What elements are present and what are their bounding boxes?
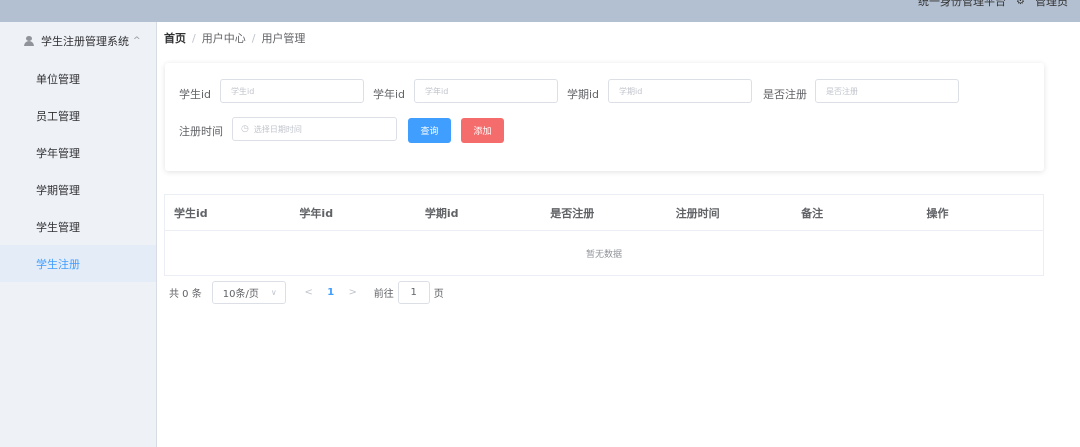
sidebar-item-term[interactable]: 学期管理: [0, 171, 156, 208]
student-id-label: 学生id: [179, 88, 212, 101]
goto-page-input[interactable]: 1: [397, 280, 430, 304]
user-icon: [24, 36, 34, 46]
platform-name: 统一身份管理平台: [918, 0, 1007, 8]
page-number[interactable]: 1: [322, 287, 340, 298]
year-id-input[interactable]: 学年id: [414, 79, 558, 103]
sidebar-item-staff[interactable]: 员工管理: [0, 97, 156, 134]
reg-time-picker[interactable]: ◷ 选择日期时间: [232, 117, 397, 141]
page-size-value: 10条/页: [222, 288, 259, 300]
reg-time-label: 注册时间: [179, 125, 223, 138]
goto-suffix: 页: [433, 288, 444, 300]
sidebar-item-student[interactable]: 学生管理: [0, 208, 156, 245]
sidebar-item-registration[interactable]: 学生注册: [0, 245, 156, 282]
sidebar-submenu-title[interactable]: 学生注册管理系统 ^: [0, 22, 156, 60]
registered-input[interactable]: 是否注册: [815, 79, 959, 103]
next-page-button[interactable]: >: [344, 287, 362, 298]
breadcrumb: 首页 / 用户中心 / 用户管理: [164, 30, 305, 46]
breadcrumb-separator: /: [192, 32, 196, 45]
gear-icon[interactable]: ⚙: [1016, 0, 1025, 7]
breadcrumb-user-management: 用户管理: [261, 32, 306, 45]
column-student-id: 学生id: [174, 206, 208, 220]
sidebar: 学生注册管理系统 ^ 单位管理 员工管理 学年管理 学期管理 学生管理 学生注册: [0, 22, 157, 447]
registered-label: 是否注册: [763, 88, 807, 101]
column-term-id: 学期id: [424, 206, 459, 220]
reg-time-placeholder: 选择日期时间: [253, 124, 302, 134]
search-card: 学生id 学生id 学年id 学年id 学期id 学期id 是否注册 是否注册 …: [165, 63, 1044, 171]
term-id-input[interactable]: 学期id: [608, 79, 752, 103]
admin-label[interactable]: 管理员: [1035, 0, 1068, 9]
page-size-select[interactable]: 10条/页 ∨: [211, 280, 286, 304]
year-id-label: 学年id: [373, 88, 406, 101]
term-id-label: 学期id: [567, 88, 600, 101]
sidebar-item-year[interactable]: 学年管理: [0, 134, 156, 171]
add-button[interactable]: 添加: [461, 118, 504, 143]
top-header: 统一身份管理平台 ⚙ 管理员: [0, 0, 1080, 22]
table-header: 学生id 学年id 学期id 是否注册 注册时间 备注 操作: [165, 195, 1043, 231]
goto-label: 前往: [373, 288, 394, 300]
column-registered: 是否注册: [550, 206, 595, 220]
query-button[interactable]: 查询: [408, 118, 451, 143]
sidebar-title: 学生注册管理系统: [41, 35, 129, 48]
column-reg-time: 注册时间: [675, 206, 720, 220]
column-remark: 备注: [801, 206, 824, 220]
sidebar-item-unit[interactable]: 单位管理: [0, 60, 156, 97]
chevron-down-icon: ∨: [270, 287, 277, 297]
header-right: 统一身份管理平台 ⚙ 管理员: [918, 0, 1068, 9]
data-table: 学生id 学年id 学期id 是否注册 注册时间 备注 操作 暂无数据: [164, 194, 1044, 276]
breadcrumb-home[interactable]: 首页: [164, 32, 186, 45]
empty-text: 暂无数据: [585, 249, 622, 260]
column-year-id: 学年id: [299, 206, 334, 220]
column-actions: 操作: [926, 206, 949, 220]
clock-icon: ◷: [241, 124, 249, 134]
breadcrumb-user-center: 用户中心: [201, 32, 246, 45]
breadcrumb-separator: /: [251, 32, 256, 45]
pagination: 共 0 条 10条/页 ∨ < 1 > 前往 1 页: [169, 280, 444, 304]
chevron-up-icon: ^: [133, 36, 141, 46]
prev-page-button[interactable]: <: [300, 287, 318, 298]
pagination-total: 共 0 条: [169, 288, 202, 300]
student-id-input[interactable]: 学生id: [220, 79, 364, 103]
